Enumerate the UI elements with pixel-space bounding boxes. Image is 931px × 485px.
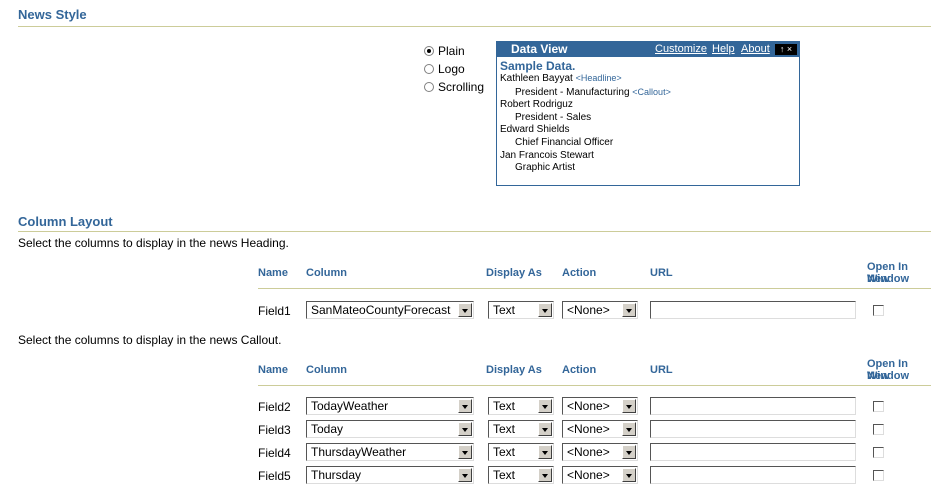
url-input[interactable] — [650, 443, 856, 461]
url-input[interactable] — [650, 397, 856, 415]
display-as-select[interactable]: Text — [488, 420, 554, 438]
field-name: Field1 — [258, 304, 291, 318]
style-option-logo[interactable]: Logo — [424, 61, 465, 77]
header-open-new-line2: Window — [867, 273, 910, 285]
logo-label: Logo — [438, 62, 465, 76]
entry-name: Jan Francois Stewart — [500, 149, 594, 161]
about-link[interactable]: About — [741, 43, 770, 55]
header-open-new-line2: Window — [867, 370, 910, 382]
url-input[interactable] — [650, 301, 856, 319]
callout-instruction: Select the columns to display in the new… — [18, 333, 282, 347]
portlet-controls-icon[interactable]: ↑ × — [775, 44, 797, 55]
customize-link[interactable]: Customize — [655, 43, 707, 55]
action-select[interactable]: <None> — [562, 443, 638, 461]
data-view-header: Data View Customize Help About ↑ × — [497, 42, 799, 57]
entry-role: President - Manufacturing <Callout> — [515, 86, 671, 98]
data-view-title: Data View — [511, 42, 568, 56]
chevron-down-icon — [538, 468, 552, 482]
chevron-down-icon — [622, 468, 636, 482]
header-column: Column — [306, 267, 347, 279]
style-option-scrolling[interactable]: Scrolling — [424, 79, 484, 95]
chevron-down-icon — [458, 399, 472, 413]
entry-name: Edward Shields — [500, 124, 570, 136]
open-new-window-checkbox[interactable] — [873, 401, 884, 412]
header-name: Name — [258, 267, 288, 279]
url-input[interactable] — [650, 420, 856, 438]
field-name: Field2 — [258, 400, 291, 414]
chevron-down-icon — [622, 303, 636, 317]
style-option-plain[interactable]: Plain — [424, 43, 465, 59]
chevron-down-icon — [538, 422, 552, 436]
data-view-preview: Data View Customize Help About ↑ × Sampl… — [496, 41, 800, 186]
open-new-window-checkbox[interactable] — [873, 470, 884, 481]
sample-data-heading: Sample Data. — [500, 59, 576, 73]
header-divider — [258, 288, 931, 289]
open-new-window-checkbox[interactable] — [873, 424, 884, 435]
chevron-down-icon — [622, 445, 636, 459]
logo-radio[interactable] — [424, 64, 434, 74]
column-select[interactable]: Thursday — [306, 466, 474, 484]
callout-tag: <Callout> — [632, 86, 671, 97]
header-name: Name — [258, 364, 288, 376]
url-input[interactable] — [650, 466, 856, 484]
chevron-down-icon — [622, 422, 636, 436]
chevron-down-icon — [538, 445, 552, 459]
scrolling-radio[interactable] — [424, 82, 434, 92]
open-new-window-checkbox[interactable] — [873, 305, 884, 316]
data-view-body: Sample Data. Kathleen Bayyat <Headline> … — [500, 60, 671, 175]
entry-name: Kathleen Bayyat <Headline> — [500, 73, 622, 84]
chevron-down-icon — [538, 303, 552, 317]
display-as-select[interactable]: Text — [488, 466, 554, 484]
chevron-down-icon — [538, 399, 552, 413]
news-style-divider — [18, 26, 931, 27]
chevron-down-icon — [622, 399, 636, 413]
column-select[interactable]: SanMateoCountyForecast — [306, 301, 474, 319]
chevron-down-icon — [458, 422, 472, 436]
display-as-select[interactable]: Text — [488, 301, 554, 319]
header-display-as: Display As — [486, 364, 542, 376]
column-select[interactable]: Today — [306, 420, 474, 438]
entry-name: Robert Rodriguz — [500, 99, 573, 111]
action-select[interactable]: <None> — [562, 301, 638, 319]
chevron-down-icon — [458, 303, 472, 317]
header-divider — [258, 385, 931, 386]
plain-label: Plain — [438, 44, 465, 58]
open-new-window-checkbox[interactable] — [873, 447, 884, 458]
header-display-as: Display As — [486, 267, 542, 279]
header-column: Column — [306, 364, 347, 376]
column-select[interactable]: ThursdayWeather — [306, 443, 474, 461]
column-layout-title: Column Layout — [18, 214, 113, 229]
help-link[interactable]: Help — [712, 43, 735, 55]
header-url: URL — [650, 267, 673, 279]
field-name: Field5 — [258, 469, 291, 483]
header-action: Action — [562, 364, 597, 376]
news-style-title: News Style — [18, 7, 87, 22]
entry-role: President - Sales — [515, 111, 592, 123]
action-select[interactable]: <None> — [562, 466, 638, 484]
scrolling-label: Scrolling — [438, 80, 485, 94]
display-as-select[interactable]: Text — [488, 443, 554, 461]
column-layout-divider — [18, 231, 931, 232]
display-as-select[interactable]: Text — [488, 397, 554, 415]
entry-role: Chief Financial Officer — [515, 136, 614, 148]
field-name: Field4 — [258, 446, 291, 460]
header-action: Action — [562, 267, 597, 279]
field-name: Field3 — [258, 423, 291, 437]
headline-tag: <Headline> — [575, 73, 622, 83]
plain-radio[interactable] — [424, 46, 434, 56]
chevron-down-icon — [458, 468, 472, 482]
header-url: URL — [650, 364, 673, 376]
heading-instruction: Select the columns to display in the new… — [18, 236, 289, 250]
chevron-down-icon — [458, 445, 472, 459]
action-select[interactable]: <None> — [562, 420, 638, 438]
entry-role: Graphic Artist — [515, 162, 576, 174]
action-select[interactable]: <None> — [562, 397, 638, 415]
column-select[interactable]: TodayWeather — [306, 397, 474, 415]
